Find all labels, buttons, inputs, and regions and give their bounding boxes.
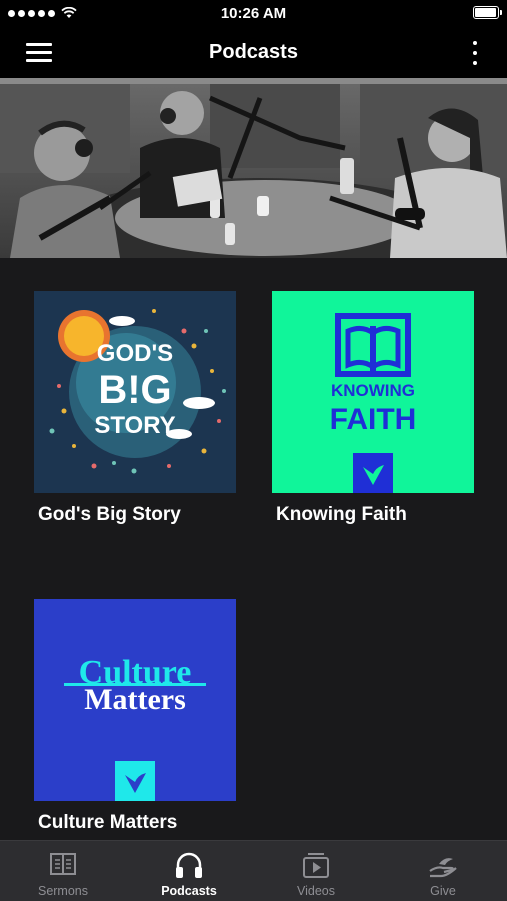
video-play-icon [303,853,329,878]
status-time: 10:26 AM [220,5,287,22]
podcast-title: God's Big Story [38,504,181,525]
podcast-card-culture-matters[interactable]: Culture Matters Culture Matters [34,599,236,833]
tab-bar: Sermons Podcasts Videos Give [0,840,507,901]
podcast-card-gods-big-story[interactable]: GOD'S B!G STORY God's Big Story [34,291,236,525]
page-title: Podcasts [209,41,298,63]
tab-label: Videos [297,884,335,898]
podcast-artwork: KNOWING FAITH [272,291,474,493]
tab-give[interactable]: Give [380,841,506,901]
status-bar: 10:26 AM [0,0,507,28]
art-line-2: Matters [84,683,186,716]
podcast-title: Knowing Faith [276,504,407,525]
tab-podcasts[interactable]: Podcasts [126,841,252,901]
podcast-card-knowing-faith[interactable]: KNOWING FAITH Knowing Faith [272,291,474,525]
art-line-2: B!G [98,368,171,412]
more-options-button[interactable] [471,39,479,67]
podcast-hero-image [0,78,507,258]
podcast-artwork: Culture Matters [34,599,236,801]
tab-label: Podcasts [161,884,217,898]
nav-bar: Podcasts [0,28,507,78]
art-line-3: STORY [94,412,175,439]
battery-icon [473,6,502,19]
book-icon [50,853,76,875]
tab-sermons[interactable]: Sermons [0,841,126,901]
giving-hand-icon [429,858,457,878]
open-book-icon [335,313,411,377]
art-line-1: KNOWING [331,381,415,400]
tab-videos[interactable]: Videos [253,841,379,901]
art-line-1: GOD'S [97,340,173,367]
tab-label: Give [430,884,456,898]
tab-label: Sermons [37,884,89,898]
podcast-title: Culture Matters [38,812,178,833]
podcast-artwork: GOD'S B!G STORY [34,291,236,493]
battery-level [475,8,496,17]
headphones-icon [176,852,202,878]
art-line-2: FAITH [330,403,417,436]
